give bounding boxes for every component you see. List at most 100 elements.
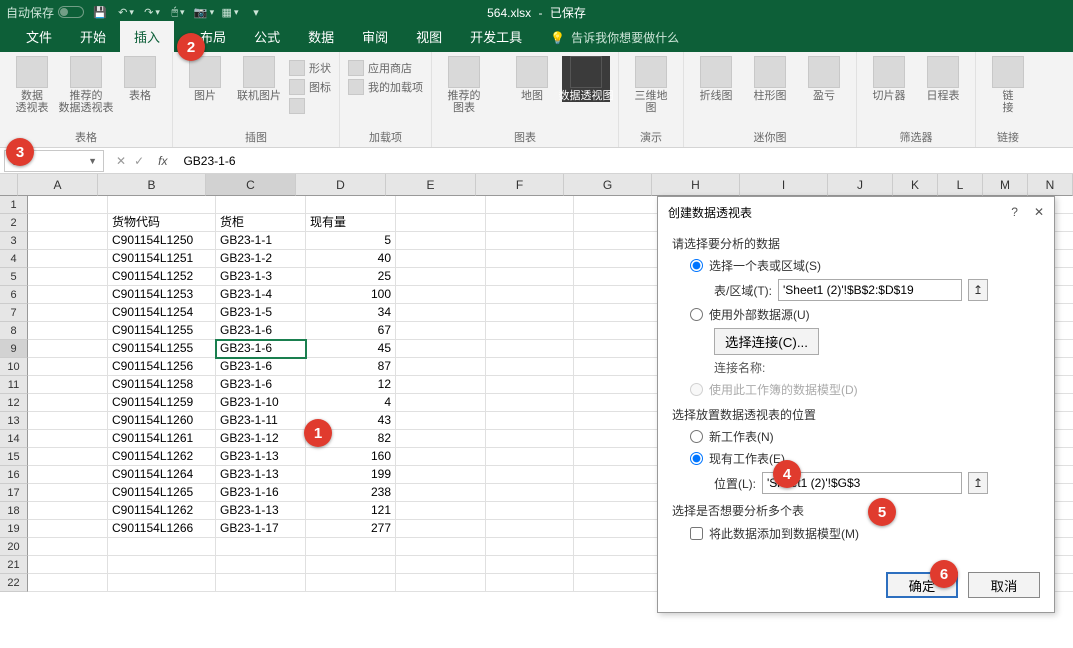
cell[interactable] [486, 196, 574, 214]
close-icon[interactable]: ✕ [1034, 205, 1044, 219]
cell[interactable] [574, 430, 662, 448]
cell[interactable] [486, 502, 574, 520]
sparkline-winloss-button[interactable]: 盈亏 [800, 56, 848, 102]
cell[interactable]: C901154L1266 [108, 520, 216, 538]
table-button[interactable]: 表格 [116, 56, 164, 102]
pivot-chart-button[interactable]: 数据透视图 [562, 56, 610, 102]
cell[interactable] [574, 448, 662, 466]
row-header[interactable]: 11 [0, 376, 28, 394]
column-header[interactable]: E [386, 174, 476, 196]
cell[interactable] [486, 214, 574, 232]
range-ref-button[interactable]: ↥ [968, 279, 988, 301]
cell[interactable] [396, 574, 486, 592]
cell[interactable]: C901154L1255 [108, 322, 216, 340]
tab-dev[interactable]: 开发工具 [456, 21, 536, 52]
column-header[interactable]: H [652, 174, 740, 196]
cancel-button[interactable]: 取消 [968, 572, 1040, 598]
cell[interactable]: 25 [306, 268, 396, 286]
cell[interactable] [396, 502, 486, 520]
cell[interactable] [486, 232, 574, 250]
cell[interactable]: 货柜 [216, 214, 306, 232]
cell[interactable] [396, 358, 486, 376]
column-header[interactable]: F [476, 174, 564, 196]
cell[interactable]: C901154L1258 [108, 376, 216, 394]
cell[interactable] [574, 502, 662, 520]
cell[interactable]: C901154L1252 [108, 268, 216, 286]
cell[interactable] [574, 574, 662, 592]
tab-review[interactable]: 审阅 [348, 21, 402, 52]
radio-existing[interactable]: 现有工作表(E) [690, 450, 1040, 467]
cell[interactable]: GB23-1-6 [216, 322, 306, 340]
recommended-pivot-button[interactable]: 推荐的 数据透视表 [62, 56, 110, 114]
cell[interactable]: GB23-1-1 [216, 232, 306, 250]
picture-button[interactable]: 图片 [181, 56, 229, 102]
cell[interactable] [28, 376, 108, 394]
cell[interactable]: GB23-1-10 [216, 394, 306, 412]
row-header[interactable]: 9 [0, 340, 28, 358]
cell[interactable]: GB23-1-6 [216, 340, 306, 358]
cell[interactable] [486, 250, 574, 268]
row-header[interactable]: 21 [0, 556, 28, 574]
row-header[interactable]: 20 [0, 538, 28, 556]
cell[interactable] [28, 412, 108, 430]
save-icon[interactable]: 💾 [90, 2, 110, 22]
tab-insert[interactable]: 插入 [120, 21, 174, 52]
cell[interactable] [108, 196, 216, 214]
redo-icon[interactable]: ↷▾ [142, 2, 162, 22]
row-header[interactable]: 13 [0, 412, 28, 430]
radio-newsheet[interactable]: 新工作表(N) [690, 428, 1040, 445]
cell[interactable]: C901154L1261 [108, 430, 216, 448]
three-d-map-button[interactable]: 三维地 图 [627, 56, 675, 114]
cell[interactable] [574, 412, 662, 430]
cell[interactable]: 12 [306, 376, 396, 394]
cell[interactable]: 货物代码 [108, 214, 216, 232]
cancel-icon[interactable]: ✕ [116, 154, 126, 168]
radio-external[interactable]: 使用外部数据源(U) [690, 306, 1040, 323]
cell[interactable]: C901154L1262 [108, 448, 216, 466]
cell[interactable] [574, 538, 662, 556]
cell[interactable]: GB23-1-12 [216, 430, 306, 448]
column-header[interactable]: I [740, 174, 828, 196]
cell[interactable] [574, 520, 662, 538]
row-header[interactable]: 7 [0, 304, 28, 322]
row-header[interactable]: 8 [0, 322, 28, 340]
online-picture-button[interactable]: 联机图片 [235, 56, 283, 102]
cell[interactable] [574, 466, 662, 484]
cell[interactable] [486, 556, 574, 574]
column-header[interactable]: M [983, 174, 1028, 196]
cell[interactable] [396, 286, 486, 304]
mouse-icon[interactable]: 🖱▾ [168, 2, 188, 22]
cell[interactable] [486, 574, 574, 592]
cell[interactable]: C901154L1259 [108, 394, 216, 412]
cell[interactable] [396, 340, 486, 358]
cell[interactable] [574, 196, 662, 214]
cell[interactable] [486, 376, 574, 394]
row-header[interactable]: 12 [0, 394, 28, 412]
row-header[interactable]: 18 [0, 502, 28, 520]
cell[interactable]: GB23-1-16 [216, 484, 306, 502]
map-button[interactable]: 地图 [508, 56, 556, 102]
cell[interactable]: 87 [306, 358, 396, 376]
cell[interactable]: C901154L1262 [108, 502, 216, 520]
shapes-button[interactable]: 形状 [289, 60, 331, 76]
cell[interactable] [28, 520, 108, 538]
cell[interactable] [396, 304, 486, 322]
cell[interactable]: C901154L1254 [108, 304, 216, 322]
cell[interactable] [28, 502, 108, 520]
cell[interactable] [28, 484, 108, 502]
cell[interactable]: GB23-1-13 [216, 502, 306, 520]
cell[interactable] [396, 484, 486, 502]
row-header[interactable]: 4 [0, 250, 28, 268]
tell-me[interactable]: 💡 告诉我你想要做什么 [536, 23, 693, 52]
cell[interactable] [306, 538, 396, 556]
column-header[interactable]: K [893, 174, 938, 196]
cell[interactable] [486, 412, 574, 430]
cell[interactable] [216, 538, 306, 556]
row-header[interactable]: 14 [0, 430, 28, 448]
cell[interactable]: 121 [306, 502, 396, 520]
check-multi-tables[interactable]: 将此数据添加到数据模型(M) [690, 525, 1040, 542]
cell[interactable] [574, 394, 662, 412]
cell[interactable] [574, 214, 662, 232]
row-header[interactable]: 10 [0, 358, 28, 376]
row-header[interactable]: 22 [0, 574, 28, 592]
